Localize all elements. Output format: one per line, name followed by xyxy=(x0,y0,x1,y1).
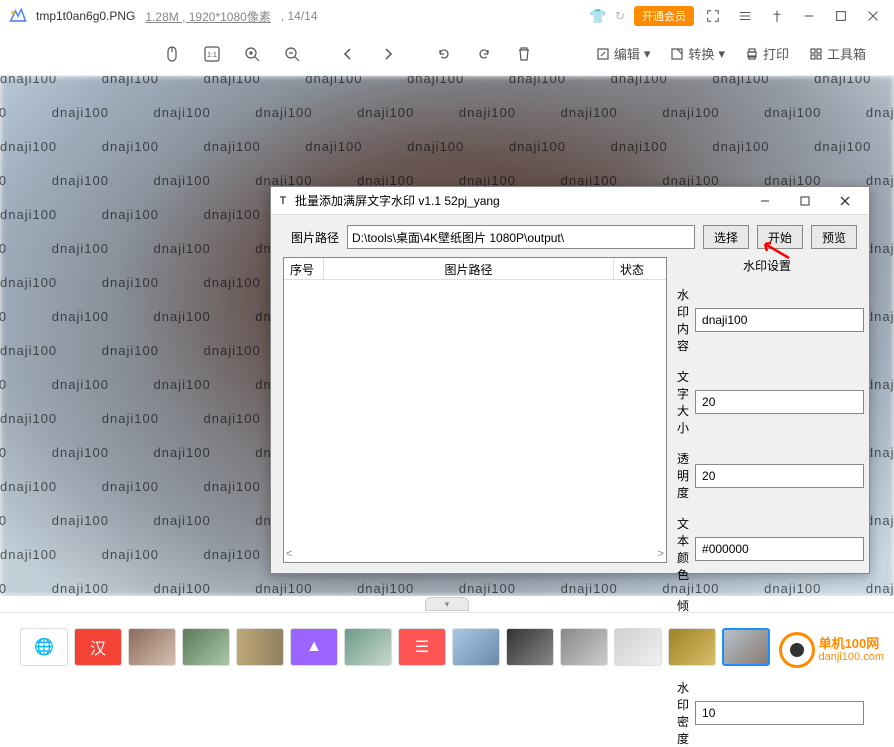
content-input[interactable] xyxy=(695,308,864,332)
thumbnail[interactable]: 汉 xyxy=(74,628,122,666)
convert-label: 转换 xyxy=(688,44,714,63)
thumbnail-strip: 🌐汉 ▲ ☰ xyxy=(0,612,894,680)
opacity-input[interactable] xyxy=(695,464,864,488)
edit-label: 编辑 xyxy=(614,44,640,63)
thumbnail[interactable]: ▲ xyxy=(290,628,338,666)
zoom-out-icon[interactable] xyxy=(274,39,310,69)
close-icon[interactable] xyxy=(860,3,886,29)
convert-button[interactable]: 转换▾ xyxy=(662,39,733,69)
print-label: 打印 xyxy=(763,44,789,63)
fontsize-input[interactable] xyxy=(695,390,864,414)
chevron-down-icon: ▾ xyxy=(644,46,651,62)
density-input[interactable] xyxy=(695,701,864,725)
thumbnail[interactable] xyxy=(128,628,176,666)
path-input[interactable]: D:\tools\桌面\4K壁纸图片 1080P\output\ xyxy=(347,225,695,249)
thumbnail[interactable] xyxy=(614,628,662,666)
thumbnail[interactable] xyxy=(452,628,500,666)
start-button[interactable]: 开始 xyxy=(757,225,803,249)
maximize-icon[interactable] xyxy=(828,3,854,29)
strip-handle[interactable]: ▾ xyxy=(425,597,469,611)
titlebar: tmp1t0an6g0.PNG 1.28M , 1920*1080像素 , 14… xyxy=(0,0,894,32)
color-label: 文本颜色 xyxy=(677,515,689,583)
toolbox-button[interactable]: 工具箱 xyxy=(801,39,874,69)
thumbnail[interactable] xyxy=(236,628,284,666)
thumbnail[interactable] xyxy=(668,628,716,666)
refresh-icon[interactable]: ↻ xyxy=(612,8,628,24)
minimize-icon[interactable] xyxy=(796,3,822,29)
mouse-icon[interactable] xyxy=(154,39,190,69)
fullscreen-icon[interactable] xyxy=(700,3,726,29)
toolbar: 1:1 编辑▾ 转换▾ 打印 工具箱 xyxy=(0,32,894,76)
delete-icon[interactable] xyxy=(506,39,542,69)
thumbnail[interactable] xyxy=(344,628,392,666)
thumbnail[interactable] xyxy=(182,628,230,666)
column-index[interactable]: 序号 xyxy=(284,258,324,280)
color-input[interactable] xyxy=(695,537,864,561)
tshirt-icon[interactable]: 👕 xyxy=(590,8,606,24)
dialog-close-icon[interactable] xyxy=(825,188,865,214)
thumbnail[interactable]: 🌐 xyxy=(20,628,68,666)
density-label: 水印密度 xyxy=(677,679,689,747)
thumbnail[interactable]: ☰ xyxy=(398,628,446,666)
zoom-in-icon[interactable] xyxy=(234,39,270,69)
settings-title: 水印设置 xyxy=(677,257,857,274)
page-count: , 14/14 xyxy=(281,9,318,23)
thumbnail[interactable] xyxy=(560,628,608,666)
select-button[interactable]: 选择 xyxy=(703,225,749,249)
list-scrollbar[interactable]: <> xyxy=(284,548,666,562)
dialog-maximize-icon[interactable] xyxy=(785,188,825,214)
print-button[interactable]: 打印 xyxy=(737,39,797,69)
thumbnail[interactable] xyxy=(722,628,770,666)
menu-icon[interactable] xyxy=(732,3,758,29)
rotate-right-icon[interactable] xyxy=(466,39,502,69)
chevron-down-icon: ▾ xyxy=(718,46,725,62)
file-list[interactable]: 序号 图片路径 状态 <> xyxy=(283,257,667,563)
content-label: 水印内容 xyxy=(677,286,689,354)
svg-text:1:1: 1:1 xyxy=(207,52,217,59)
dialog-icon: T xyxy=(275,193,291,209)
opacity-label: 透明度 xyxy=(677,450,689,501)
toolbox-label: 工具箱 xyxy=(827,44,866,63)
next-icon[interactable] xyxy=(370,39,406,69)
rotate-left-icon[interactable] xyxy=(426,39,462,69)
column-path[interactable]: 图片路径 xyxy=(324,258,614,280)
filename: tmp1t0an6g0.PNG xyxy=(36,9,135,23)
edit-button[interactable]: 编辑▾ xyxy=(588,39,659,69)
dialog-title: 批量添加满屏文字水印 v1.1 52pj_yang xyxy=(295,192,745,209)
fontsize-label: 文字大小 xyxy=(677,368,689,436)
prev-icon[interactable] xyxy=(330,39,366,69)
pin-icon[interactable] xyxy=(764,3,790,29)
path-value: D:\tools\桌面\4K壁纸图片 1080P\output\ xyxy=(348,229,568,246)
path-label: 图片路径 xyxy=(283,229,339,246)
file-info[interactable]: 1.28M , 1920*1080像素 xyxy=(145,8,270,25)
vip-button[interactable]: 开通会员 xyxy=(634,6,694,26)
fit-11-icon[interactable]: 1:1 xyxy=(194,39,230,69)
column-status[interactable]: 状态 xyxy=(614,258,666,280)
dialog-titlebar[interactable]: T 批量添加满屏文字水印 v1.1 52pj_yang xyxy=(271,187,869,215)
preview-button[interactable]: 预览 xyxy=(811,225,857,249)
app-logo xyxy=(8,6,28,26)
thumbnail[interactable] xyxy=(506,628,554,666)
watermark-dialog: T 批量添加满屏文字水印 v1.1 52pj_yang 图片路径 D:\tool… xyxy=(270,186,870,574)
dialog-minimize-icon[interactable] xyxy=(745,188,785,214)
